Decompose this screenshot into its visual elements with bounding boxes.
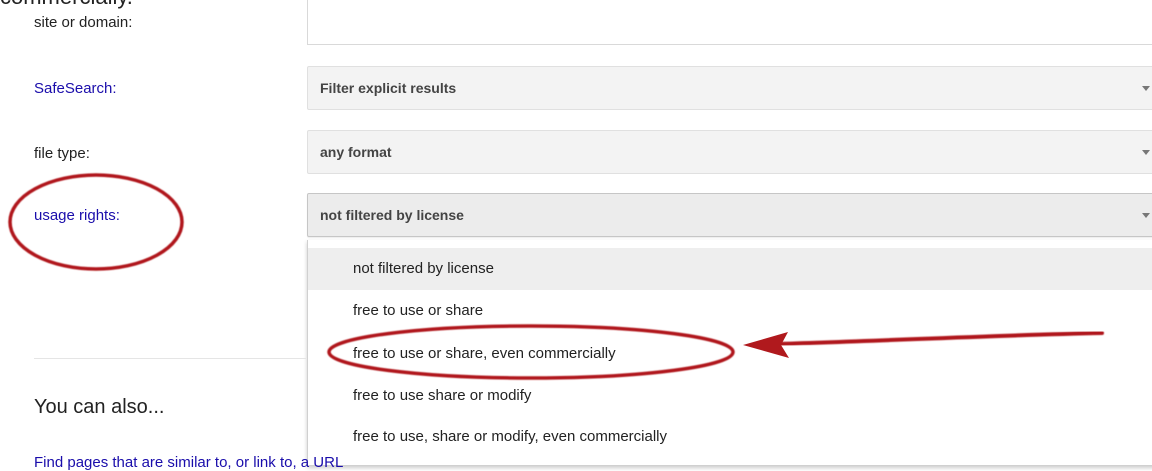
annotation-circle-usage-rights: [8, 173, 184, 271]
annotation-arrow-line: [773, 331, 1104, 346]
annotation-overlay: [8, 173, 1104, 380]
annotation-circle-commercial: [327, 324, 735, 380]
